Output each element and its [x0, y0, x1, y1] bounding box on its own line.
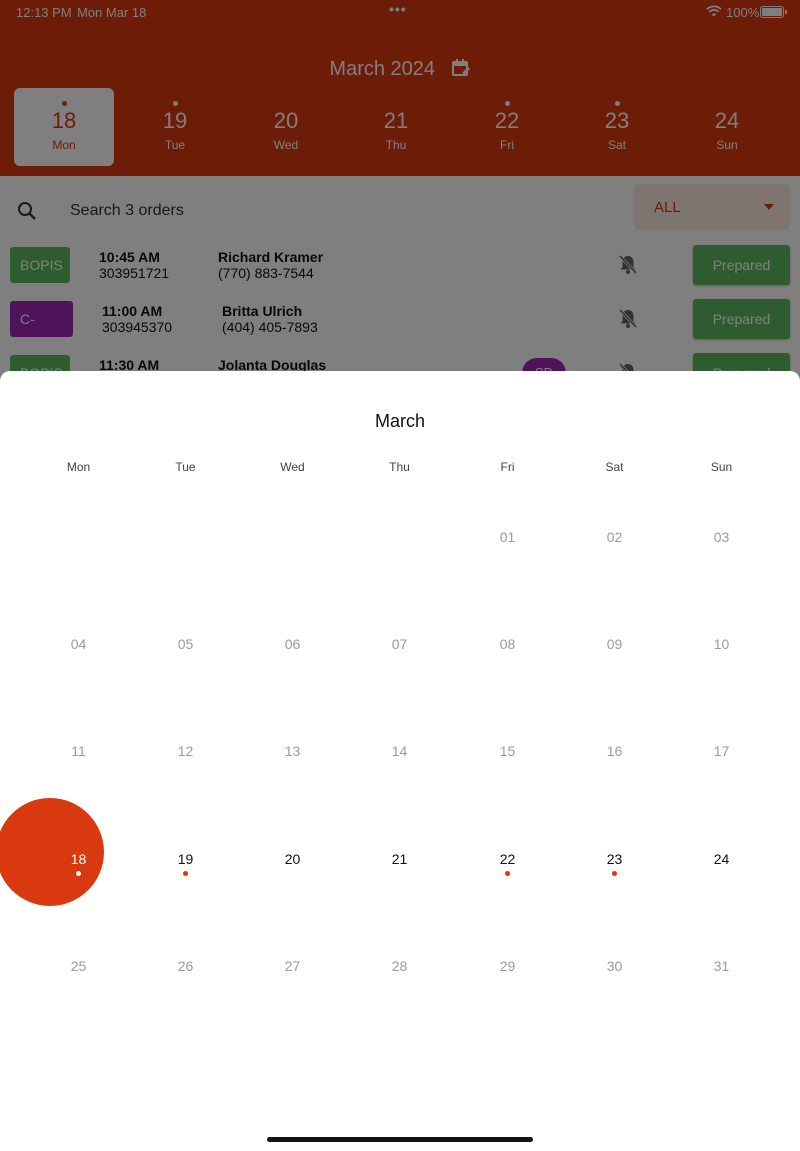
- calendar-day-21[interactable]: 21: [346, 851, 453, 958]
- calendar-day-28[interactable]: 28: [346, 958, 453, 1065]
- calendar-day-number: 04: [70, 636, 87, 652]
- home-indicator[interactable]: [267, 1137, 533, 1142]
- calendar-day-number: 29: [499, 958, 516, 974]
- event-dot: [505, 871, 510, 876]
- calendar-day-18[interactable]: 18: [0, 798, 132, 958]
- calendar-day-number: 10: [713, 636, 730, 652]
- calendar-day-number: 30: [606, 958, 623, 974]
- weekday-label: Mon: [66, 460, 91, 474]
- calendar-day-number: 23: [606, 851, 623, 867]
- calendar-day-29[interactable]: 29: [454, 958, 561, 1065]
- calendar-month-title: March: [374, 411, 425, 431]
- calendar-bottom-sheet: March Mon Tue Wed Thu Fri Sat Sun 01 02 03 04 05 06…: [0, 371, 800, 1151]
- calendar-day-number: 15: [499, 743, 516, 759]
- calendar-day-14[interactable]: 14: [346, 743, 453, 850]
- calendar-day-number: 25: [70, 958, 87, 974]
- calendar-day-25[interactable]: 25: [25, 958, 132, 1065]
- weekday-label: Sat: [605, 460, 624, 474]
- weekday-label: Sun: [710, 460, 733, 474]
- calendar-day-number: 06: [284, 636, 301, 652]
- calendar-day-10[interactable]: 10: [668, 636, 775, 743]
- calendar-day-number: 11: [71, 743, 86, 759]
- weekday-label: Thu: [389, 460, 410, 474]
- calendar-day-number: 24: [713, 851, 730, 867]
- calendar-day-number: 27: [284, 958, 301, 974]
- calendar-day-number: 17: [713, 743, 730, 759]
- calendar-day-number: 05: [177, 636, 194, 652]
- calendar-day-31[interactable]: 31: [668, 958, 775, 1065]
- calendar-day-number: 21: [391, 851, 408, 867]
- calendar-day-number: 31: [713, 958, 730, 974]
- calendar-day-number: 13: [284, 743, 301, 759]
- calendar-day-16[interactable]: 16: [561, 743, 668, 850]
- calendar-day-09[interactable]: 09: [561, 636, 668, 743]
- calendar-day-number: 12: [177, 743, 194, 759]
- calendar-day-02[interactable]: 02: [561, 529, 668, 636]
- calendar-day-number: 07: [391, 636, 408, 652]
- calendar-day-01[interactable]: 01: [454, 529, 561, 636]
- calendar-day-08[interactable]: 08: [454, 636, 561, 743]
- calendar-day-number: 14: [391, 743, 408, 759]
- calendar-day-04[interactable]: 04: [25, 636, 132, 743]
- calendar-day-number: 08: [499, 636, 516, 652]
- calendar-day-number: 26: [177, 958, 194, 974]
- calendar-day-27[interactable]: 27: [239, 958, 346, 1065]
- calendar-day-03[interactable]: 03: [668, 529, 775, 636]
- calendar-day-number: 19: [177, 851, 194, 867]
- calendar-day-30[interactable]: 30: [561, 958, 668, 1065]
- weekday-label: Tue: [175, 460, 196, 474]
- calendar-day-19[interactable]: 19: [132, 851, 239, 958]
- calendar-day-number: 16: [606, 743, 623, 759]
- weekday-label: Fri: [500, 460, 515, 474]
- weekday-label: Wed: [280, 460, 305, 474]
- event-dot: [76, 871, 81, 876]
- calendar-day-07[interactable]: 07: [346, 636, 453, 743]
- calendar-day-22[interactable]: 22: [454, 851, 561, 958]
- calendar-day-number: 22: [499, 851, 516, 867]
- calendar-day-17[interactable]: 17: [668, 743, 775, 850]
- calendar-day-number: 09: [606, 636, 623, 652]
- calendar-day-13[interactable]: 13: [239, 743, 346, 850]
- event-dot: [183, 871, 188, 876]
- calendar-day-06[interactable]: 06: [239, 636, 346, 743]
- calendar-day-number: 01: [499, 529, 516, 545]
- calendar-day-15[interactable]: 15: [454, 743, 561, 850]
- calendar-day-number: 28: [391, 958, 408, 974]
- calendar-day-number: 03: [713, 529, 730, 545]
- calendar-day-number: 20: [284, 851, 301, 867]
- calendar-day-05[interactable]: 05: [132, 636, 239, 743]
- calendar-day-number: 18: [70, 851, 87, 867]
- calendar-day-20[interactable]: 20: [239, 851, 346, 958]
- calendar-day-23[interactable]: 23: [561, 851, 668, 958]
- calendar-day-number: 02: [606, 529, 623, 545]
- calendar-day-24[interactable]: 24: [668, 851, 775, 958]
- calendar-day-12[interactable]: 12: [132, 743, 239, 850]
- event-dot: [612, 871, 617, 876]
- calendar-day-26[interactable]: 26: [132, 958, 239, 1065]
